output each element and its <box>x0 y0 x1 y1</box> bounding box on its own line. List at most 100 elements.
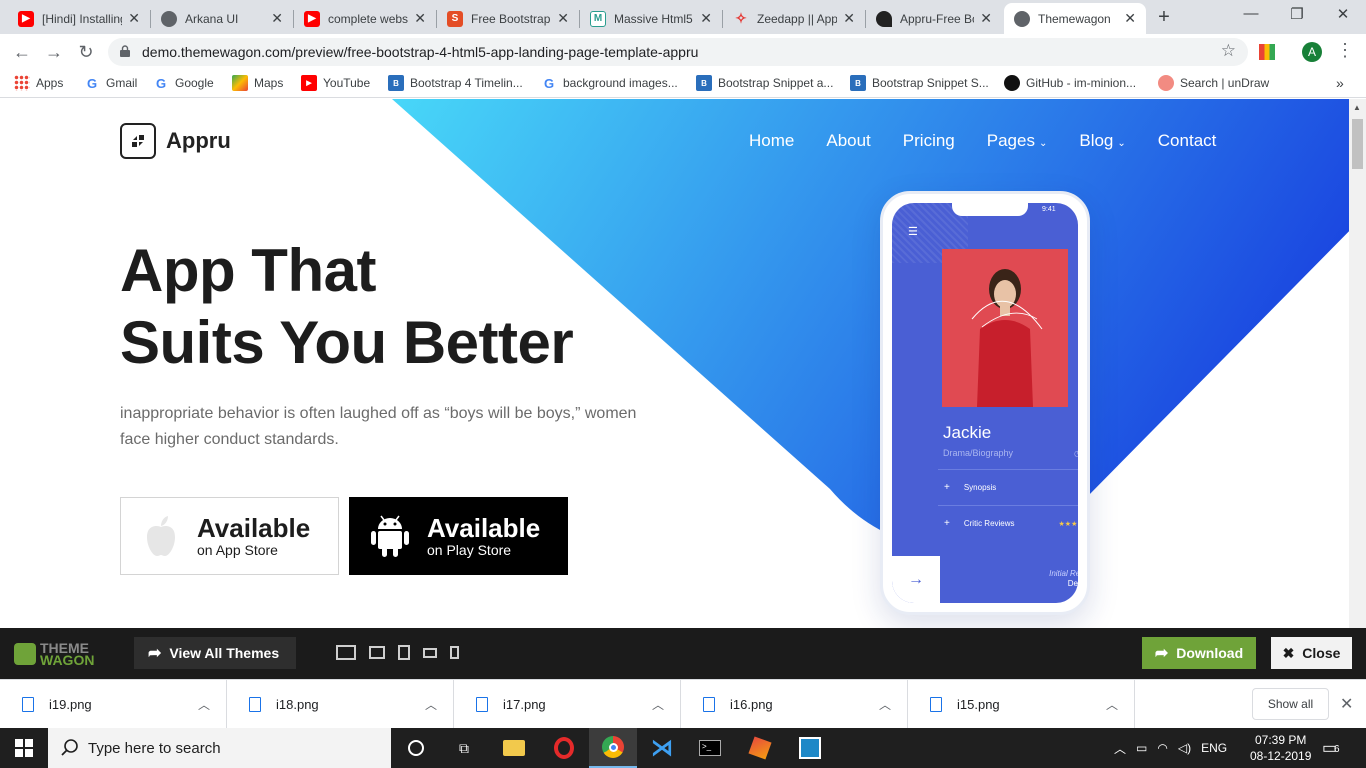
wifi-icon[interactable]: ◠ <box>1157 741 1167 755</box>
chevron-up-icon[interactable]: ︿ <box>198 696 210 713</box>
scrollbar-thumb[interactable] <box>1352 119 1363 169</box>
download-item[interactable]: i19.png ︿ <box>0 680 227 729</box>
browser-menu-icon[interactable]: ⋮ <box>1336 40 1354 61</box>
minimize-button[interactable]: — <box>1236 5 1266 22</box>
critic-reviews-row[interactable]: + Critic Reviews ★★★ <box>938 505 1078 541</box>
hero-description: inappropriate behavior is often laughed … <box>120 405 637 448</box>
close-tab-icon[interactable]: ✕ <box>1124 10 1136 27</box>
site-logo[interactable]: Appru <box>120 123 231 159</box>
close-tab-icon[interactable]: ✕ <box>128 10 140 27</box>
browser-tab[interactable]: Appru-Free Bo ✕ <box>866 3 1002 34</box>
mobile-view-icon[interactable] <box>450 646 459 659</box>
show-hidden-icons-chevron-icon[interactable]: ︿ <box>1114 740 1126 757</box>
bookmark-maps[interactable]: Maps <box>232 75 283 91</box>
chevron-up-icon[interactable]: ︿ <box>1106 696 1118 713</box>
task-view-icon[interactable]: ⧉ <box>440 728 488 768</box>
opera-icon[interactable] <box>540 728 588 768</box>
bookmark-apps[interactable]: Apps <box>14 75 63 91</box>
extension-icon[interactable] <box>1259 44 1275 60</box>
language-indicator[interactable]: ENG <box>1201 741 1227 755</box>
maximize-button[interactable]: ❐ <box>1282 5 1312 23</box>
app-window-icon[interactable] <box>786 728 834 768</box>
close-tab-icon[interactable]: ✕ <box>843 10 855 27</box>
themewagon-logo[interactable]: THEME WAGON <box>14 641 94 667</box>
browser-tab[interactable]: ▶ complete website✕ <box>294 3 436 34</box>
download-button[interactable]: ➦ Download <box>1142 637 1256 669</box>
profile-avatar[interactable]: A <box>1302 42 1322 62</box>
download-item[interactable]: i16.png ︿ <box>681 680 908 729</box>
bookmark-link[interactable]: B Bootstrap Snippet S... <box>850 75 989 91</box>
view-all-themes-button[interactable]: ➦ View All Themes <box>134 637 296 669</box>
reload-button[interactable]: ↻ <box>74 40 98 64</box>
nav-contact[interactable]: Contact <box>1158 131 1217 151</box>
bookmark-google[interactable]: G Google <box>153 75 214 91</box>
scroll-up-arrow-icon[interactable]: ▲ <box>1353 103 1361 112</box>
chrome-icon[interactable] <box>589 728 637 768</box>
bookmark-link[interactable]: Gbackground images... <box>541 75 678 91</box>
close-window-button[interactable]: ✕ <box>1328 5 1358 23</box>
bookmark-link[interactable]: Search | unDraw <box>1158 75 1269 91</box>
download-item[interactable]: i18.png ︿ <box>227 680 454 729</box>
chevron-up-icon[interactable]: ︿ <box>879 696 891 713</box>
nav-about[interactable]: About <box>826 131 870 151</box>
browser-tab[interactable]: M Massive Html5 ✕ <box>580 3 722 34</box>
page-scrollbar[interactable] <box>1349 99 1366 628</box>
forward-button[interactable]: → <box>42 40 66 64</box>
taskbar-clock[interactable]: 07:39 PM 08-12-2019 <box>1250 732 1311 764</box>
close-tab-icon[interactable]: ✕ <box>271 10 283 27</box>
nav-pricing[interactable]: Pricing <box>903 131 955 151</box>
bookmark-link[interactable]: GitHub - im-minion... <box>1004 75 1136 91</box>
volume-icon[interactable]: ◁) <box>1178 741 1191 755</box>
browser-tab[interactable]: ✧ Zeedapp || App ✕ <box>723 3 865 34</box>
nav-home[interactable]: Home <box>749 131 794 151</box>
paint-icon[interactable] <box>736 728 784 768</box>
arrow-right-icon[interactable]: → <box>892 556 940 603</box>
close-button[interactable]: ✖ Close <box>1271 637 1352 669</box>
new-tab-button[interactable]: + <box>1153 6 1175 29</box>
tablet-landscape-view-icon[interactable] <box>423 648 437 658</box>
vscode-icon[interactable]: ⋊ <box>638 728 686 768</box>
chevron-up-icon[interactable]: ︿ <box>652 696 664 713</box>
cortana-icon[interactable] <box>392 728 440 768</box>
bookmark-gmail[interactable]: G Gmail <box>84 75 137 91</box>
app-store-button[interactable]: Available on App Store <box>120 497 339 575</box>
bookmarks-bar: Apps G Gmail G Google Maps ▶ YouTube B Boots… <box>0 70 1366 98</box>
taskbar-search-box[interactable]: Type here to search <box>48 728 391 768</box>
site-nav: Home About Pricing Pages ⌄ Blog ⌄ Contact <box>749 131 1248 151</box>
synopsis-row[interactable]: + Synopsis <box>938 469 1078 505</box>
file-explorer-icon[interactable] <box>490 728 538 768</box>
nav-blog[interactable]: Blog ⌄ <box>1079 131 1125 151</box>
close-tab-icon[interactable]: ✕ <box>414 10 426 27</box>
youtube-icon: ▶ <box>304 10 320 27</box>
close-tab-icon[interactable]: ✕ <box>557 10 569 27</box>
close-tab-icon[interactable]: ✕ <box>980 10 992 27</box>
desktop-view-icon[interactable] <box>336 645 356 660</box>
bookmark-youtube[interactable]: ▶ YouTube <box>301 75 370 91</box>
laptop-view-icon[interactable] <box>369 646 385 659</box>
phone-screen: 9:41 ☰ Jackie Drama/Biography ◷ + Synopsi… <box>892 203 1078 603</box>
download-item[interactable]: i15.png ︿ <box>908 680 1135 729</box>
address-bar[interactable]: demo.themewagon.com/preview/free-bootstr… <box>108 38 1248 66</box>
browser-tab[interactable]: Arkana UI ✕ <box>151 3 293 34</box>
back-button[interactable]: ← <box>10 40 34 64</box>
bookmark-star-icon[interactable]: ☆ <box>1221 41 1236 61</box>
bookmark-link[interactable]: B Bootstrap Snippet a... <box>696 75 833 91</box>
browser-tab[interactable]: ▶ [Hindi] Installing ✕ <box>8 3 150 34</box>
battery-icon[interactable]: ▭ <box>1136 741 1147 755</box>
show-all-downloads-button[interactable]: Show all <box>1252 688 1329 720</box>
close-tab-icon[interactable]: ✕ <box>700 10 712 27</box>
terminal-icon[interactable]: >_ <box>686 728 734 768</box>
bookmark-link[interactable]: B Bootstrap 4 Timelin... <box>388 75 523 91</box>
start-button[interactable] <box>0 728 48 768</box>
tablet-view-icon[interactable] <box>398 645 410 660</box>
play-store-button[interactable]: Available on Play Store <box>349 497 568 575</box>
close-download-shelf-icon[interactable]: ✕ <box>1340 694 1353 714</box>
download-item[interactable]: i17.png ︿ <box>454 680 681 729</box>
chevron-up-icon[interactable]: ︿ <box>425 696 437 713</box>
browser-tab-active[interactable]: Themewagon ✕ <box>1004 3 1146 34</box>
bootstrap-icon: B <box>388 75 404 91</box>
nav-pages[interactable]: Pages ⌄ <box>987 131 1048 151</box>
bookmarks-overflow-icon[interactable]: » <box>1336 75 1344 91</box>
notification-center-icon[interactable]: ▭ 6 <box>1322 736 1344 758</box>
browser-tab[interactable]: S Free Bootstrap ✕ <box>437 3 579 34</box>
